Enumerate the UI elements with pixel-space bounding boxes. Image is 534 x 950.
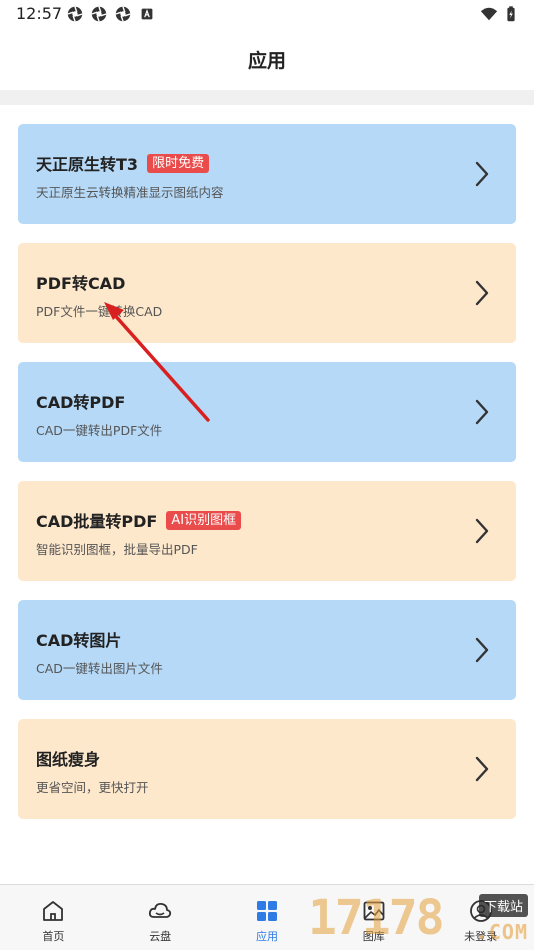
- card-title-row: CAD转图片: [36, 627, 121, 651]
- app-screen: 12:57 应用 天正原生转T3 限时免费 天正原生云转换精准显示图纸内容 PD…: [0, 0, 534, 950]
- chevron-right-icon: [475, 280, 489, 306]
- card-title-row: 图纸瘦身: [36, 746, 100, 770]
- card-description: CAD一键转出图片文件: [36, 661, 163, 676]
- image-icon: [363, 901, 385, 921]
- card-title: CAD转PDF: [36, 393, 126, 412]
- nav-label: 图库: [362, 930, 385, 943]
- card-description: PDF文件一键转换CAD: [36, 304, 163, 319]
- nav-item-home[interactable]: 首页: [0, 885, 107, 950]
- aperture-icon: [91, 6, 107, 22]
- wifi-icon: [480, 7, 498, 21]
- page-title: 应用: [247, 50, 286, 72]
- bottom-nav: 首页 云盘 应用 图库 未登录: [0, 884, 534, 950]
- nav-label: 未登录: [464, 930, 498, 943]
- card-title: 天正原生转T3: [36, 155, 139, 174]
- card-cad-to-image[interactable]: CAD转图片 CAD一键转出图片文件: [18, 600, 516, 700]
- card-title-row: CAD转PDF: [36, 389, 125, 413]
- aperture-icon: [115, 6, 131, 22]
- card-title-row: PDF转CAD: [36, 270, 125, 294]
- nav-item-gallery[interactable]: 图库: [320, 885, 427, 950]
- card-tianzheng-to-t3[interactable]: 天正原生转T3 限时免费 天正原生云转换精准显示图纸内容: [18, 124, 516, 224]
- cloud-icon: [149, 902, 172, 918]
- header-divider: [0, 90, 534, 105]
- nav-label: 应用: [255, 930, 278, 943]
- card-cad-to-pdf[interactable]: CAD转PDF CAD一键转出PDF文件: [18, 362, 516, 462]
- grid-icon: [256, 901, 277, 921]
- card-title: PDF转CAD: [36, 274, 126, 293]
- card-cad-batch-to-pdf[interactable]: CAD批量转PDF AI识别图框 智能识别图框，批量导出PDF: [18, 481, 516, 581]
- card-title-row: CAD批量转PDF AI识别图框: [36, 508, 242, 532]
- ai-frame-detect-badge: AI识别图框: [166, 510, 242, 530]
- chevron-right-icon: [475, 756, 489, 782]
- nav-item-cloud[interactable]: 云盘: [107, 885, 214, 950]
- feature-card-list: 天正原生转T3 限时免费 天正原生云转换精准显示图纸内容 PDF转CAD PDF…: [18, 124, 516, 838]
- card-pdf-to-cad[interactable]: PDF转CAD PDF文件一键转换CAD: [18, 243, 516, 343]
- status-system-icons: [480, 5, 520, 23]
- chevron-right-icon: [475, 518, 489, 544]
- chevron-right-icon: [475, 161, 489, 187]
- chevron-right-icon: [475, 637, 489, 663]
- card-title: 图纸瘦身: [36, 750, 101, 769]
- card-title: CAD转图片: [36, 631, 122, 650]
- card-description: 天正原生云转换精准显示图纸内容: [36, 185, 224, 200]
- nav-label: 云盘: [149, 930, 172, 943]
- card-description: 智能识别图框，批量导出PDF: [36, 542, 198, 557]
- nav-label: 首页: [42, 930, 65, 943]
- card-title-row: 天正原生转T3 限时免费: [36, 151, 210, 175]
- home-icon: [43, 901, 64, 921]
- nav-item-apps[interactable]: 应用: [214, 885, 321, 950]
- chevron-right-icon: [475, 399, 489, 425]
- card-description: CAD一键转出PDF文件: [36, 423, 163, 438]
- nav-item-profile[interactable]: 未登录: [427, 885, 534, 950]
- card-drawing-slim[interactable]: 图纸瘦身 更省空间，更快打开: [18, 719, 516, 819]
- app-header: 应用: [0, 28, 534, 90]
- status-bar: 12:57: [0, 0, 534, 28]
- aperture-icon: [67, 6, 83, 22]
- status-time: 12:57: [16, 4, 63, 23]
- text-a-icon: [141, 8, 153, 20]
- card-title: CAD批量转PDF: [36, 512, 158, 531]
- card-description: 更省空间，更快打开: [36, 780, 149, 795]
- user-icon: [469, 900, 492, 922]
- limited-free-badge: 限时免费: [147, 153, 210, 173]
- status-notification-icons: [66, 5, 156, 23]
- battery-charging-icon: [507, 6, 515, 22]
